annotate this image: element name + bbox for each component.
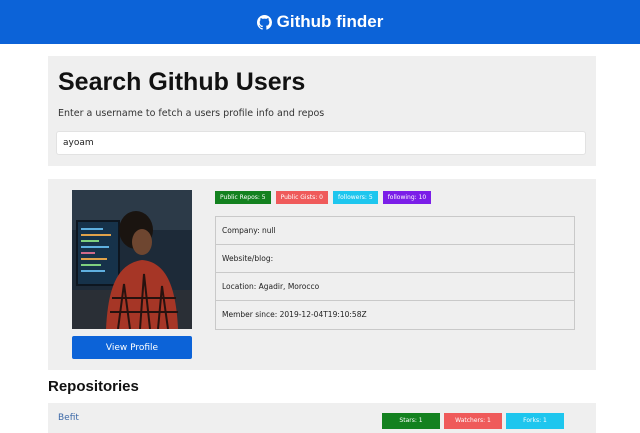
repositories-heading: Repositories xyxy=(48,378,139,395)
navbar: Github finder xyxy=(0,0,640,44)
search-subtitle: Enter a username to fetch a users profil… xyxy=(58,108,325,119)
search-input[interactable] xyxy=(56,131,586,155)
search-card: Search Github Users Enter a username to … xyxy=(48,56,596,166)
followers-badge: followers: 5 xyxy=(332,191,378,204)
github-icon xyxy=(256,14,272,30)
website-item: Website/blog: xyxy=(216,245,574,273)
public-gists-badge: Public Gists: 0 xyxy=(275,191,328,204)
search-title: Search Github Users xyxy=(58,68,306,96)
repo-stars-badge: Stars: 1 xyxy=(382,413,440,429)
stats-badges: Public Repos: 5 Public Gists: 0 follower… xyxy=(215,191,432,204)
profile-info-list: Company: null Website/blog: Location: Ag… xyxy=(215,216,575,330)
brand-title: Github finder xyxy=(276,12,384,31)
public-repos-badge: Public Repos: 5 xyxy=(215,191,271,204)
repo-watchers-badge: Watchers: 1 xyxy=(444,413,502,429)
brand[interactable]: Github finder xyxy=(256,12,384,32)
following-badge: following: 10 xyxy=(382,191,432,204)
repo-row: Befit Stars: 1 Watchers: 1 Forks: 1 xyxy=(48,403,596,433)
repo-link[interactable]: Befit xyxy=(58,413,79,423)
member-since-item: Member since: 2019-12-04T19:10:58Z xyxy=(222,310,367,319)
view-profile-button[interactable]: View Profile xyxy=(72,336,192,359)
location-item: Location: Agadir, Morocco xyxy=(216,273,574,301)
company-item: Company: null xyxy=(216,217,574,245)
repo-badges: Stars: 1 Watchers: 1 Forks: 1 xyxy=(382,413,564,429)
profile-card: View Profile Public Repos: 5 Public Gist… xyxy=(48,179,596,370)
avatar xyxy=(72,190,192,329)
repo-forks-badge: Forks: 1 xyxy=(506,413,564,429)
